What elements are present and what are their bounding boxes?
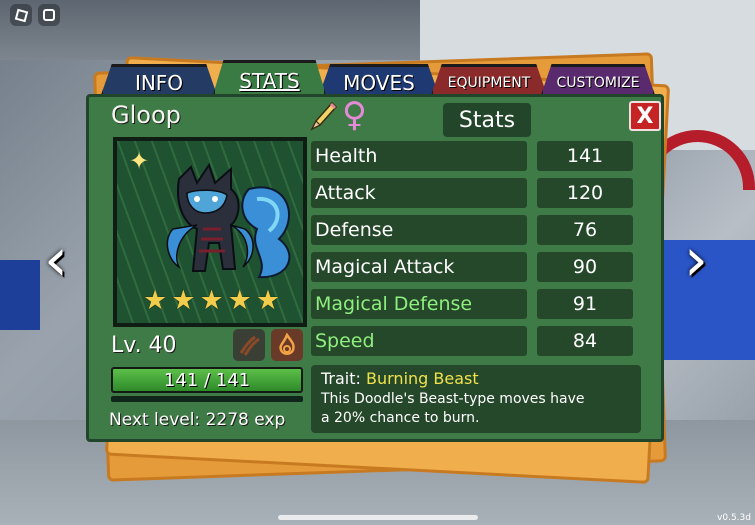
stat-value: 91 xyxy=(537,289,633,319)
stat-label: Defense xyxy=(311,215,527,245)
doodle-portrait: ✦ ★ ★ ★ ★ ★ xyxy=(113,137,307,327)
close-button[interactable]: X xyxy=(629,101,661,131)
roblox-menu-button[interactable] xyxy=(10,4,32,26)
gloop-creature-image xyxy=(166,162,291,279)
version-label: v0.5.3d xyxy=(717,513,751,523)
stat-value: 141 xyxy=(537,141,633,171)
exp-bar xyxy=(111,396,303,402)
stat-label: Magical Defense xyxy=(311,289,527,319)
stat-value: 76 xyxy=(537,215,633,245)
stat-label: Attack xyxy=(311,178,527,208)
next-level-exp: Next level: 2278 exp xyxy=(109,410,286,430)
rarity-stars: ★ ★ ★ ★ ★ xyxy=(143,287,280,315)
female-icon: ♀ xyxy=(342,95,367,135)
next-doodle-arrow[interactable]: › xyxy=(676,230,716,290)
doodle-info-panel: Gloop ♀ Stats X ✦ ★ ★ ★ ★ ★ Lv. 40 141 /… xyxy=(86,94,664,442)
stat-value: 90 xyxy=(537,252,633,282)
tab-equipment[interactable]: EQUIPMENT xyxy=(430,64,548,98)
hp-text: 141 / 141 xyxy=(163,369,251,391)
roblox-icon xyxy=(14,8,28,22)
tab-info[interactable]: INFO xyxy=(100,64,218,98)
star-icon: ★ xyxy=(255,285,281,316)
tab-moves[interactable]: MOVES xyxy=(318,64,440,98)
tab-stats[interactable]: STATS xyxy=(212,60,327,98)
star-icon: ★ xyxy=(199,285,224,316)
doodle-name: Gloop xyxy=(111,101,181,129)
star-icon: ★ xyxy=(171,285,196,316)
doodle-level: Lv. 40 xyxy=(111,333,177,358)
stat-label: Speed xyxy=(311,326,527,356)
background-blue-left xyxy=(0,260,40,330)
trait-box: Trait: Burning Beast This Doodle's Beast… xyxy=(311,365,641,433)
trait-prefix: Trait: xyxy=(321,369,361,388)
hp-bar: 141 / 141 xyxy=(111,367,303,393)
chat-button[interactable] xyxy=(38,4,60,26)
stat-value: 84 xyxy=(537,326,633,356)
star-icon: ★ xyxy=(227,285,252,316)
beast-type-icon[interactable] xyxy=(233,329,265,361)
trait-description-line-2: a 20% chance to burn. xyxy=(321,410,480,426)
stat-label: Magical Attack xyxy=(311,252,527,282)
stat-label: Health xyxy=(311,141,527,171)
previous-doodle-arrow[interactable]: ‹ xyxy=(36,230,76,290)
flame-icon xyxy=(279,333,295,355)
claw-marks-icon xyxy=(239,335,260,356)
tab-customize[interactable]: CUSTOMIZE xyxy=(540,64,656,98)
chat-icon xyxy=(43,9,55,21)
home-indicator xyxy=(278,515,478,520)
trait-title: Trait: Burning Beast xyxy=(321,369,631,388)
trait-description-line-1: This Doodle's Beast-type moves have xyxy=(321,391,585,407)
pencil-rename-icon[interactable] xyxy=(308,99,338,133)
stat-value: 120 xyxy=(537,178,633,208)
fire-type-icon[interactable] xyxy=(271,329,303,361)
trait-name: Burning Beast xyxy=(366,369,479,388)
star-icon: ★ xyxy=(143,285,168,316)
stats-header: Stats xyxy=(443,103,531,137)
